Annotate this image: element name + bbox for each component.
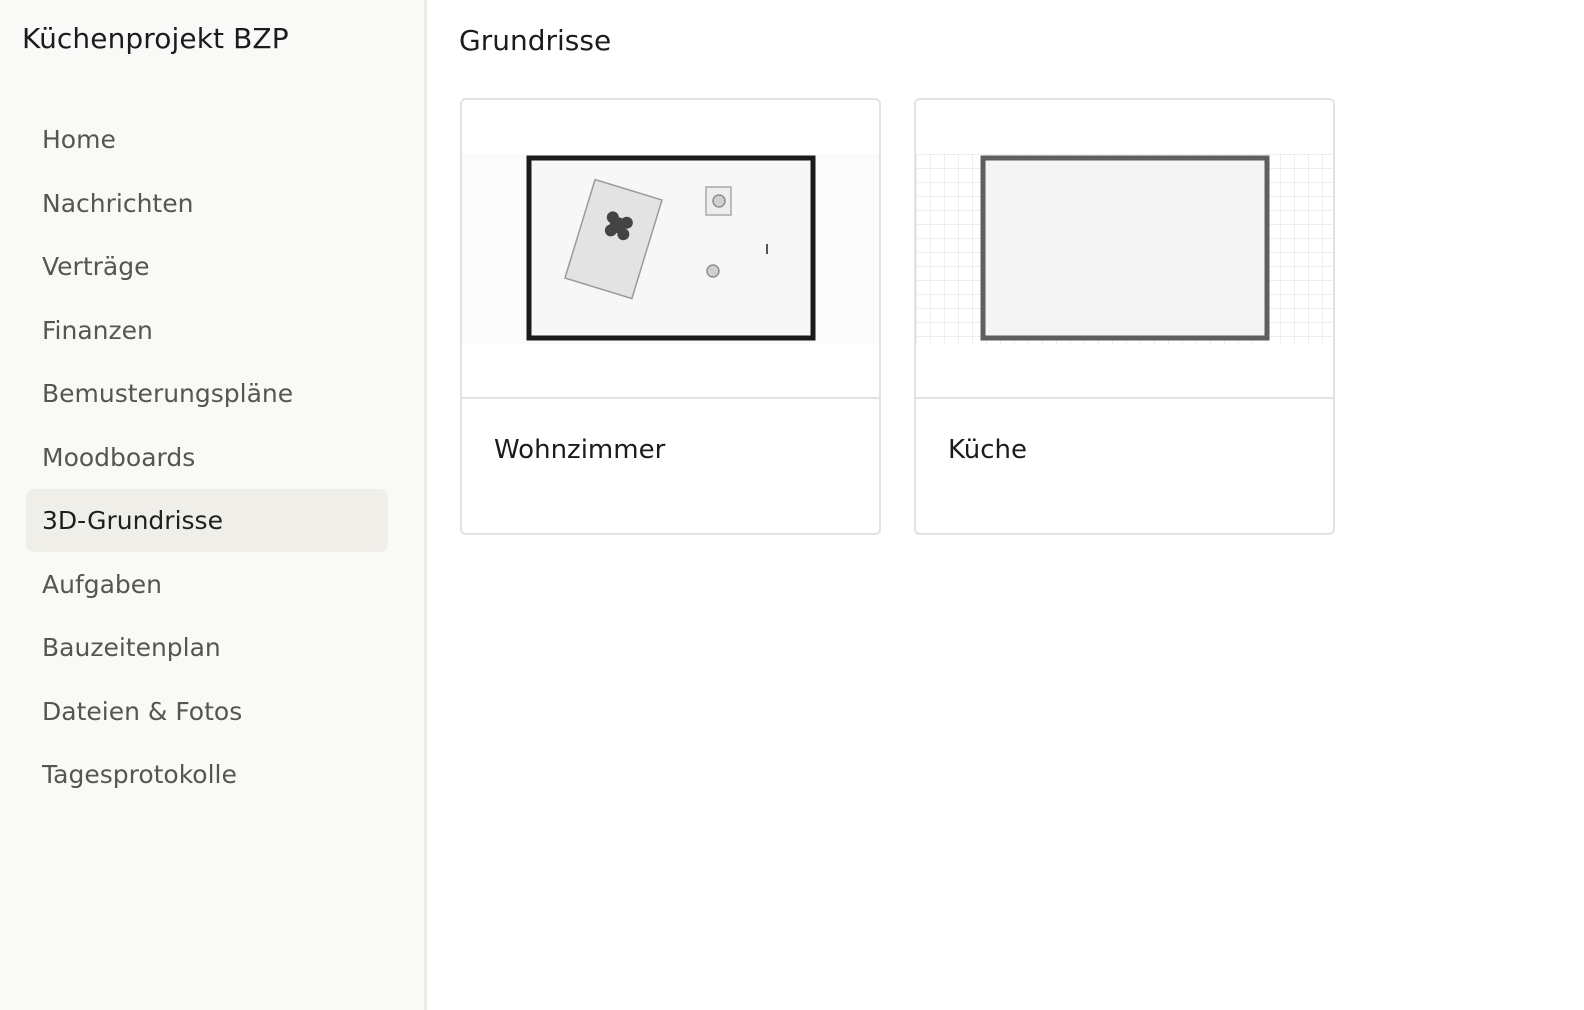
sidebar-item-bemusterungsplaene[interactable]: Bemusterungspläne <box>26 362 388 425</box>
project-title: Küchenprojekt BZP <box>22 22 289 55</box>
sidebar-item-home[interactable]: Home <box>26 108 388 171</box>
sidebar-item-tagesprotokolle[interactable]: Tagesprotokolle <box>26 743 388 806</box>
floorplan-wohnzimmer-image <box>462 153 879 344</box>
sidebar-item-dateien-fotos[interactable]: Dateien & Fotos <box>26 680 388 743</box>
sidebar-item-moodboards[interactable]: Moodboards <box>26 426 388 489</box>
floorplan-name: Wohnzimmer <box>494 435 666 465</box>
floorplan-kueche-image <box>916 153 1333 344</box>
floorplan-card-kueche[interactable]: Küche <box>914 98 1335 535</box>
sidebar-item-bauzeitenplan[interactable]: Bauzeitenplan <box>26 616 388 679</box>
sidebar-item-aufgaben[interactable]: Aufgaben <box>26 553 388 616</box>
floorplan-thumbnail <box>462 100 879 399</box>
sidebar-nav: Home Nachrichten Verträge Finanzen Bemus… <box>26 108 388 807</box>
floorplan-list: Wohnzimmer Küche <box>460 98 1335 535</box>
floorplan-thumbnail <box>916 100 1333 399</box>
floorplan-name: Küche <box>948 435 1028 465</box>
sidebar-item-3d-grundrisse[interactable]: 3D-Grundrisse <box>26 489 388 552</box>
sidebar: Küchenprojekt BZP Home Nachrichten Vertr… <box>0 0 427 1010</box>
sidebar-item-vertraege[interactable]: Verträge <box>26 235 388 298</box>
sidebar-item-finanzen[interactable]: Finanzen <box>26 299 388 362</box>
floorplan-card-wohnzimmer[interactable]: Wohnzimmer <box>460 98 881 535</box>
main-content: Grundrisse Wohnzimmer Küche <box>427 0 1584 1010</box>
page-title: Grundrisse <box>459 24 612 57</box>
app: Küchenprojekt BZP Home Nachrichten Vertr… <box>0 0 1584 1010</box>
sidebar-item-nachrichten[interactable]: Nachrichten <box>26 172 388 235</box>
